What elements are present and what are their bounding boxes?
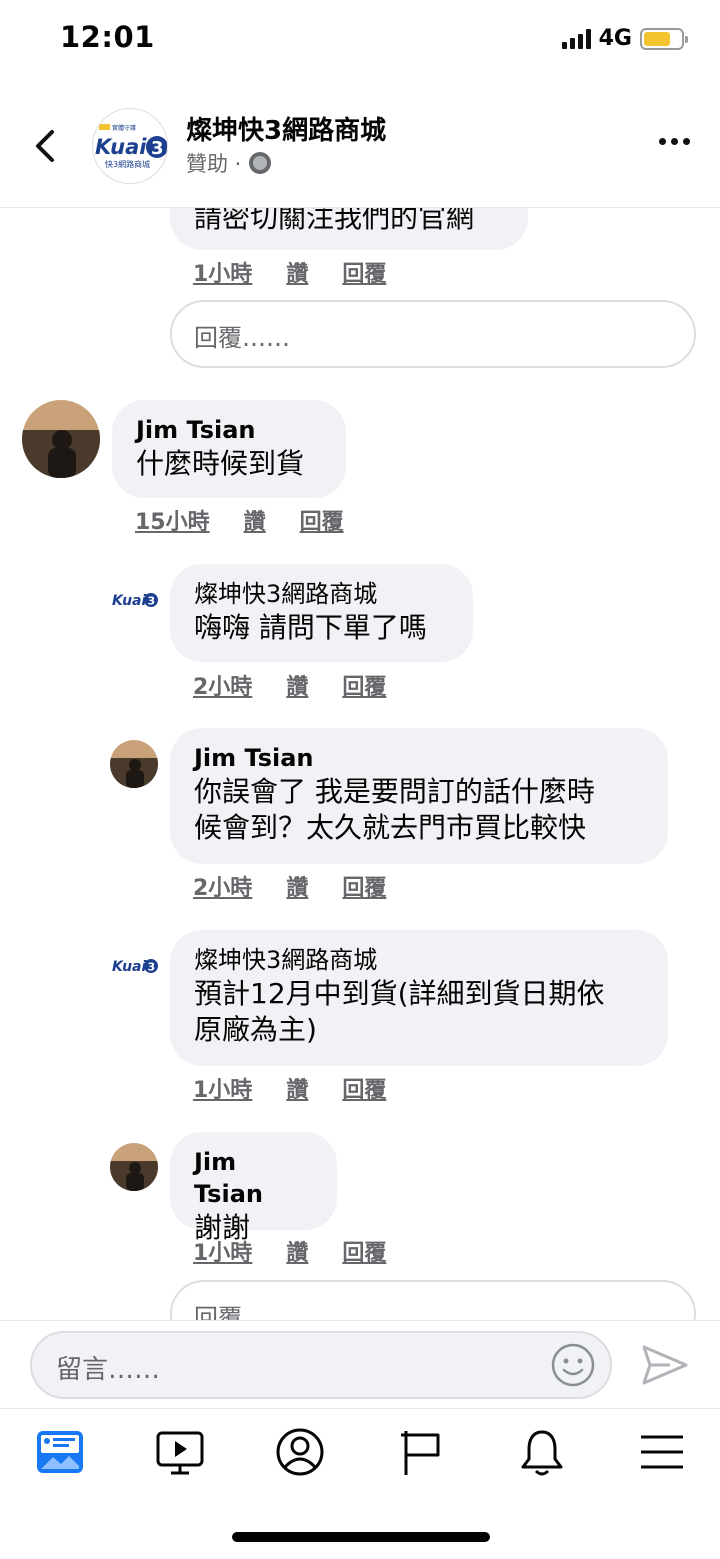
logo-number-text: 3 <box>151 138 164 159</box>
comment-text: 什麼時候到貨 <box>136 447 305 480</box>
post-header: 實體守護 Kuai 3 快3網路商城 燦坤快3網路商城 贊助 · <box>0 96 720 208</box>
comment-time[interactable]: 1小時 <box>193 1235 252 1267</box>
comment-text-line-2: 原廠為主) <box>194 1013 317 1046</box>
comment-actions: 2小時 讚 回覆 <box>193 870 386 902</box>
comment-actions: 1小時 讚 回覆 <box>193 1072 386 1104</box>
comment-bubble-partial: 請密切關注我們的官網 <box>170 208 528 250</box>
comment-input[interactable]: 留言…… <box>30 1331 612 1399</box>
user-avatar[interactable] <box>110 1143 158 1191</box>
status-bar: 12:01 4G <box>0 0 720 80</box>
reply-input[interactable]: 回覆…… <box>170 1280 696 1320</box>
commenter-name[interactable]: 燦坤快3網路商城 <box>194 578 449 610</box>
back-arrow-icon[interactable] <box>30 126 62 166</box>
comment-time[interactable]: 2小時 <box>193 870 252 902</box>
page-name[interactable]: 燦坤快3網路商城 <box>186 110 386 147</box>
commenter-name[interactable]: Jim Tsian <box>194 742 644 774</box>
logo-badge-text: 實體守護 <box>112 124 136 132</box>
reply-link[interactable]: 回覆 <box>300 504 344 536</box>
logo-number-text: 3 <box>148 595 156 608</box>
news-feed-icon[interactable] <box>35 1427 85 1477</box>
page-logo-avatar-small[interactable]: Kuai 3 <box>110 574 160 624</box>
notifications-bell-icon[interactable] <box>517 1427 567 1477</box>
user-avatar[interactable] <box>110 740 158 788</box>
like-link[interactable]: 讚 <box>286 1072 308 1104</box>
comments-thread: 請密切關注我們的官網 1小時 讚 回覆 回覆…… Jim Tsian 什麼時候到… <box>0 208 720 1320</box>
status-indicators: 4G <box>561 26 688 51</box>
page-logo-avatar[interactable]: 實體守護 Kuai 3 快3網路商城 <box>92 108 168 184</box>
comment-bubble: Jim Tsian 什麼時候到貨 <box>112 400 346 498</box>
comment-text: 嗨嗨 請問下單了嗎 <box>194 611 427 644</box>
reply-link[interactable]: 回覆 <box>342 256 386 288</box>
send-icon[interactable] <box>640 1343 690 1387</box>
status-time: 12:01 <box>60 20 155 54</box>
comment-actions: 15小時 讚 回覆 <box>135 504 344 536</box>
sponsored-text: 贊助 · <box>186 152 242 176</box>
logo-tagline-text: 快3網路商城 <box>105 159 150 169</box>
reply-link[interactable]: 回覆 <box>342 669 386 701</box>
reply-link[interactable]: 回覆 <box>342 1235 386 1267</box>
logo-number-text: 3 <box>148 961 156 974</box>
comment-time[interactable]: 15小時 <box>135 504 210 536</box>
profile-icon[interactable] <box>275 1427 325 1477</box>
comment-composer: 留言…… <box>0 1320 720 1408</box>
home-indicator <box>232 1532 490 1542</box>
comment-text-line-1: 預計12月中到貨(詳細到貨日期依 <box>194 977 605 1010</box>
commenter-name[interactable]: Jim Tsian <box>194 1146 313 1210</box>
emoji-icon[interactable] <box>550 1342 596 1388</box>
comment-placeholder: 留言…… <box>56 1355 161 1385</box>
comment-text-line-1: 你誤會了 我是要問訂的話什麼時 <box>194 775 595 808</box>
menu-icon[interactable] <box>637 1427 687 1477</box>
comment-text: 請密切關注我們的官網 <box>194 208 475 234</box>
logo-brand-text: Kuai <box>112 593 146 609</box>
more-options-icon[interactable] <box>659 138 690 145</box>
comment-actions: 1小時 讚 回覆 <box>193 1235 386 1267</box>
battery-icon <box>640 27 688 50</box>
reply-bubble: 燦坤快3網路商城 預計12月中到貨(詳細到貨日期依 原廠為主) <box>170 930 668 1066</box>
comment-actions: 2小時 讚 回覆 <box>193 669 386 701</box>
commenter-name[interactable]: 燦坤快3網路商城 <box>194 944 644 976</box>
comment-time[interactable]: 1小時 <box>193 1072 252 1104</box>
network-type: 4G <box>598 26 632 51</box>
comment-time[interactable]: 1小時 <box>193 256 252 288</box>
reply-link[interactable]: 回覆 <box>342 1072 386 1104</box>
comment-time[interactable]: 2小時 <box>193 669 252 701</box>
globe-icon <box>249 152 272 174</box>
page-logo-avatar-small[interactable]: Kuai 3 <box>110 940 160 990</box>
like-link[interactable]: 讚 <box>286 870 308 902</box>
reply-input[interactable]: 回覆…… <box>170 300 696 368</box>
cellular-signal-icon <box>561 28 591 49</box>
watch-icon[interactable] <box>155 1427 205 1477</box>
logo-brand-text: Kuai <box>95 135 147 159</box>
logo-brand-text: Kuai <box>112 959 146 975</box>
comment-actions: 1小時 讚 回覆 <box>193 256 386 288</box>
sponsored-label: 贊助 · <box>186 148 272 178</box>
reply-bubble: Jim Tsian 你誤會了 我是要問訂的話什麼時 候會到？太久就去門市買比較快 <box>170 728 668 864</box>
like-link[interactable]: 讚 <box>244 504 266 536</box>
user-avatar[interactable] <box>22 400 100 478</box>
like-link[interactable]: 讚 <box>286 669 308 701</box>
like-link[interactable]: 讚 <box>286 1235 308 1267</box>
like-link[interactable]: 讚 <box>286 256 308 288</box>
pages-flag-icon[interactable] <box>398 1427 448 1477</box>
commenter-name[interactable]: Jim Tsian <box>136 414 322 446</box>
comment-text-line-2: 候會到？太久就去門市買比較快 <box>194 811 587 844</box>
reply-bubble: Jim Tsian 謝謝 <box>170 1132 337 1244</box>
reply-link[interactable]: 回覆 <box>342 870 386 902</box>
reply-bubble: 燦坤快3網路商城 嗨嗨 請問下單了嗎 <box>170 564 473 662</box>
